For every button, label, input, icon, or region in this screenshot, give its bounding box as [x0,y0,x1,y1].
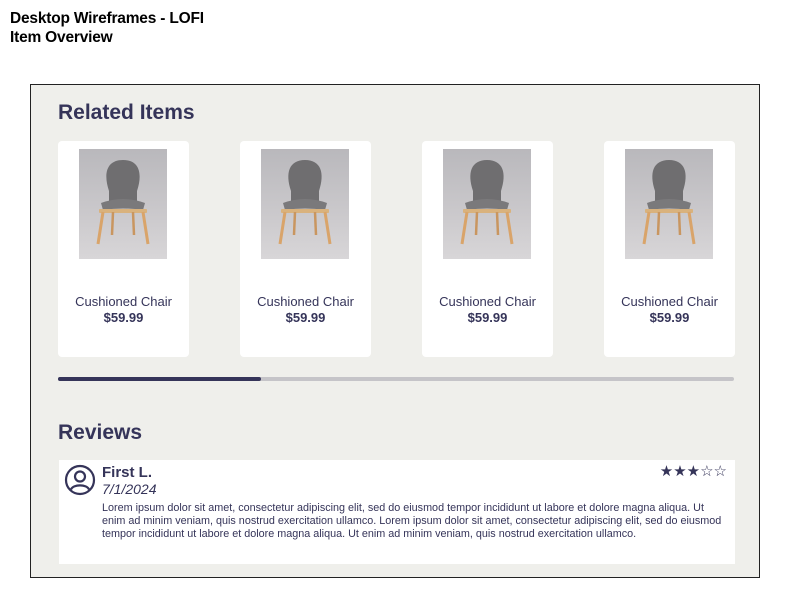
star-filled-icon: ★ [659,463,674,480]
item-name: Cushioned Chair [439,294,536,309]
chair-image [96,160,150,245]
chair-photo [625,149,713,259]
related-item-card[interactable]: Cushioned Chair $59.99 [240,141,371,357]
chair-image [278,160,332,245]
item-price: $59.99 [103,310,144,325]
item-price: $59.99 [649,310,690,325]
review-card: First L. 7/1/2024 ★★★☆☆ Lorem ipsum dolo… [59,460,735,564]
related-item-card[interactable]: Cushioned Chair $59.99 [58,141,189,357]
star-filled-icon: ★ [673,463,687,480]
reviews-heading: Reviews [58,421,143,444]
item-name: Cushioned Chair [75,294,172,309]
item-name: Cushioned Chair [257,294,354,309]
chair-photo [79,149,167,259]
chair-photo [261,149,349,259]
star-outline-icon: ☆ [713,463,727,480]
related-items-heading: Related Items [58,101,195,124]
star-rating: ★★★☆☆ [660,462,727,480]
chair-image [460,160,514,245]
item-name: Cushioned Chair [621,294,718,309]
document-title: Desktop Wireframes - LOFI Item Overview [10,9,204,47]
carousel-scroll-thumb[interactable] [58,377,261,381]
chair-image [642,160,696,245]
item-price: $59.99 [467,310,508,325]
item-overview-frame: Related Items Cushioned Chair $59.99 Cus… [30,84,760,578]
star-filled-icon: ★ [686,463,701,480]
chair-photo [443,149,531,259]
review-text: Lorem ipsum dolor sit amet, consectetur … [102,502,722,541]
related-item-card[interactable]: Cushioned Chair $59.99 [422,141,553,357]
carousel-scrollbar[interactable] [58,377,734,381]
document-title-line1: Desktop Wireframes - LOFI [10,10,204,27]
reviewer-name: First L. [102,464,153,481]
user-circle-icon [64,464,96,496]
related-item-card[interactable]: Cushioned Chair $59.99 [604,141,735,357]
review-date: 7/1/2024 [102,481,157,497]
document-title-line2: Item Overview [10,29,113,46]
star-outline-icon: ☆ [700,463,714,480]
item-price: $59.99 [285,310,326,325]
